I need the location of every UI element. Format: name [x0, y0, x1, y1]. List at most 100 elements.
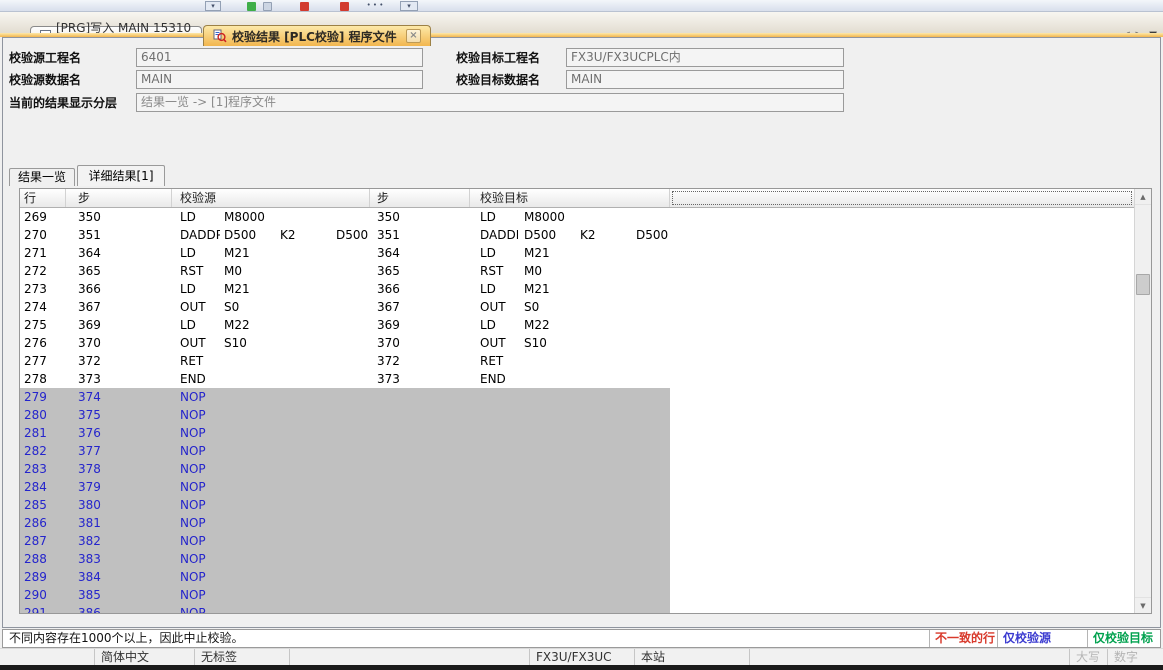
dropdown-arrow-icon[interactable]: ▾: [400, 1, 418, 11]
target-step: [370, 550, 470, 568]
row-line-number: 281: [20, 424, 66, 442]
table-row[interactable]: 277 372 RET 372 RET: [20, 352, 1134, 370]
table-row[interactable]: 279 374 NOP: [20, 388, 1134, 406]
row-filler: [670, 298, 1134, 316]
target-operand: [574, 568, 630, 586]
table-row[interactable]: 270 351 DADDP D500 K2 D500 351 DADDP D50…: [20, 226, 1134, 244]
tab-detailed-result[interactable]: 详细结果[1]: [77, 165, 165, 186]
source-operand: [276, 262, 332, 280]
table-header: 行 步 校验源 步 校验目标: [20, 189, 1134, 208]
tgt-data-field[interactable]: MAIN: [566, 70, 844, 89]
row-filler: [670, 442, 1134, 460]
target-operand: [630, 496, 670, 514]
target-step: [370, 586, 470, 604]
row-line-number: 289: [20, 568, 66, 586]
source-operand: [220, 424, 276, 442]
table-row[interactable]: 280 375 NOP: [20, 406, 1134, 424]
target-instruction: LD: [470, 316, 518, 334]
source-step: 385: [66, 586, 172, 604]
table-row[interactable]: 281 376 NOP: [20, 424, 1134, 442]
table-row[interactable]: 272 365 RST M0 365 RST M0: [20, 262, 1134, 280]
stop-icon[interactable]: [340, 2, 349, 11]
table-row[interactable]: 271 364 LD M21 364 LD M21: [20, 244, 1134, 262]
col-header-target[interactable]: 校验目标: [470, 189, 670, 207]
target-instruction: [470, 532, 518, 550]
table-row[interactable]: 288 383 NOP: [20, 550, 1134, 568]
source-operand: [220, 442, 276, 460]
source-operand: [332, 388, 370, 406]
target-operand: [518, 568, 574, 586]
table-row[interactable]: 274 367 OUT S0 367 OUT S0: [20, 298, 1134, 316]
tab-result-overview[interactable]: 结果一览: [9, 168, 75, 186]
row-line-number: 286: [20, 514, 66, 532]
target-instruction: [470, 550, 518, 568]
target-instruction: [470, 586, 518, 604]
target-operand: [574, 244, 630, 262]
target-operand: [630, 478, 670, 496]
source-operand: [332, 262, 370, 280]
table-row[interactable]: 284 379 NOP: [20, 478, 1134, 496]
src-project-field[interactable]: 6401: [136, 48, 423, 67]
table-row[interactable]: 278 373 END 373 END: [20, 370, 1134, 388]
target-operand: [518, 550, 574, 568]
target-operand: [518, 514, 574, 532]
row-filler: [670, 532, 1134, 550]
table-row[interactable]: 275 369 LD M22 369 LD M22: [20, 316, 1134, 334]
source-operand: [276, 244, 332, 262]
dropdown-arrow-icon[interactable]: ▾: [205, 1, 221, 11]
grid-icon[interactable]: [263, 2, 272, 11]
src-data-field[interactable]: MAIN: [136, 70, 423, 89]
source-instruction: LD: [172, 316, 220, 334]
source-step: 365: [66, 262, 172, 280]
target-operand: [630, 550, 670, 568]
target-operand: [630, 262, 670, 280]
table-row[interactable]: 287 382 NOP: [20, 532, 1134, 550]
abort-message: 不同内容存在1000个以上，因此中止校验。: [9, 630, 244, 647]
source-operand: [276, 280, 332, 298]
source-operand: [276, 298, 332, 316]
source-operand: [332, 244, 370, 262]
source-operand: [220, 460, 276, 478]
vertical-scrollbar[interactable]: ▲ ▼: [1134, 189, 1151, 613]
row-filler: [670, 262, 1134, 280]
table-row[interactable]: 269 350 LD M8000 350 LD M8000: [20, 208, 1134, 226]
run-icon[interactable]: [247, 2, 256, 11]
table-row[interactable]: 285 380 NOP: [20, 496, 1134, 514]
stop-icon[interactable]: [300, 2, 309, 11]
target-operand: [518, 586, 574, 604]
scroll-up-icon[interactable]: ▲: [1135, 189, 1151, 205]
table-row[interactable]: 290 385 NOP: [20, 586, 1134, 604]
source-instruction: NOP: [172, 478, 220, 496]
source-operand: D500: [220, 226, 276, 244]
table-row[interactable]: 291 386 NOP: [20, 604, 1134, 613]
close-icon[interactable]: ×: [406, 29, 421, 43]
status-caps: 大写: [1070, 649, 1108, 665]
source-operand: [276, 604, 332, 613]
col-header-line[interactable]: 行: [20, 189, 66, 207]
target-operand: [574, 478, 630, 496]
more-dots-icon[interactable]: • • •: [362, 1, 388, 11]
table-row[interactable]: 282 377 NOP: [20, 442, 1134, 460]
table-row[interactable]: 276 370 OUT S10 370 OUT S10: [20, 334, 1134, 352]
target-step: 350: [370, 208, 470, 226]
target-step: [370, 478, 470, 496]
source-instruction: NOP: [172, 568, 220, 586]
table-row[interactable]: 286 381 NOP: [20, 514, 1134, 532]
source-step: 376: [66, 424, 172, 442]
source-operand: M0: [220, 262, 276, 280]
col-header-tgt-step[interactable]: 步: [370, 189, 470, 207]
source-operand: [332, 280, 370, 298]
table-row[interactable]: 289 384 NOP: [20, 568, 1134, 586]
col-header-src-step[interactable]: 步: [66, 189, 172, 207]
table-row[interactable]: 273 366 LD M21 366 LD M21: [20, 280, 1134, 298]
table-row[interactable]: 283 378 NOP: [20, 460, 1134, 478]
tgt-project-field[interactable]: FX3U/FX3UCPLC内: [566, 48, 844, 67]
col-header-rest[interactable]: [670, 189, 1134, 207]
tab-verify-result[interactable]: 校验结果 [PLC校验] 程序文件 ×: [203, 25, 431, 46]
source-step: 364: [66, 244, 172, 262]
display-layer-field[interactable]: 结果一览 -> [1]程序文件: [136, 93, 844, 112]
col-header-source[interactable]: 校验源: [172, 189, 370, 207]
scrollbar-thumb[interactable]: [1136, 274, 1150, 295]
source-operand: [332, 298, 370, 316]
scroll-down-icon[interactable]: ▼: [1135, 597, 1151, 613]
